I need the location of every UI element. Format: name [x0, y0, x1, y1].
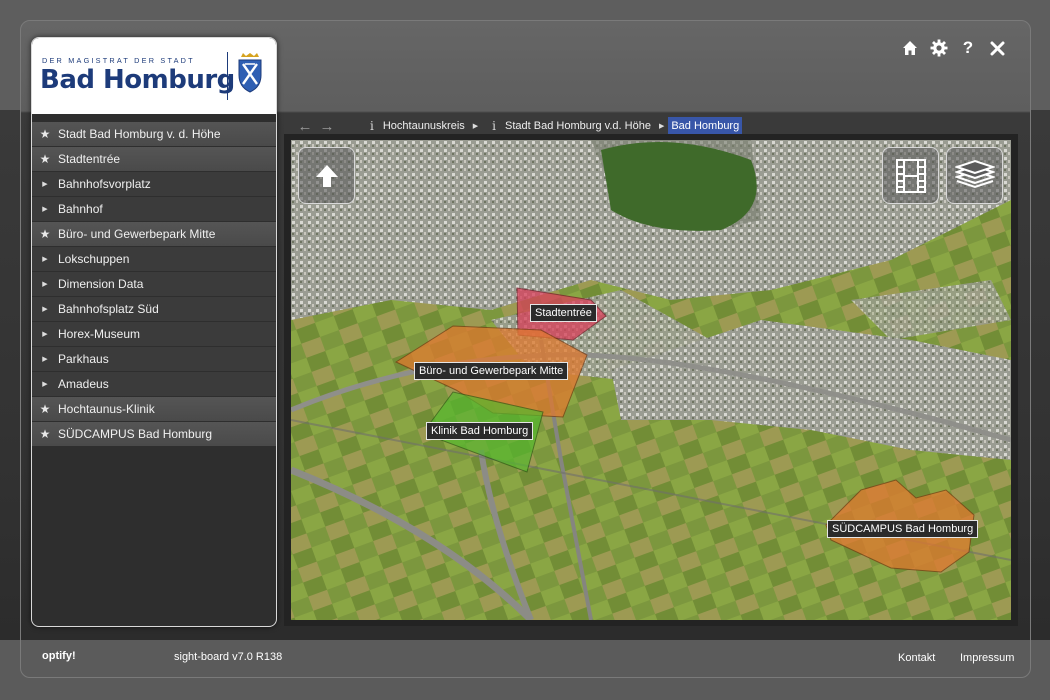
- sidebar-item-stadt-bad-homburg[interactable]: ★ Stadt Bad Homburg v. d. Höhe: [32, 122, 276, 146]
- aerial-map[interactable]: [291, 140, 1011, 620]
- breadcrumb-label: Stadt Bad Homburg v.d. Höhe: [505, 120, 651, 132]
- back-arrow-icon[interactable]: ←: [294, 118, 316, 135]
- breadcrumb-item-stadt[interactable]: i Stadt Bad Homburg v.d. Höhe ▶: [488, 117, 668, 135]
- logo-title: Bad Homburg: [40, 65, 235, 95]
- logo-divider: [227, 52, 228, 100]
- sidebar-item-parkhaus[interactable]: ▶ Parkhaus: [32, 347, 276, 371]
- aerial-map-image: [291, 140, 1011, 620]
- sidebar-item-label: Dimension Data: [58, 277, 144, 291]
- sidebar-item-label: Büro- und Gewerbepark Mitte: [58, 227, 216, 241]
- sidebar-item-bahnhofsvorplatz[interactable]: ▶ Bahnhofsvorplatz: [32, 172, 276, 196]
- breadcrumb-item-hochtaunuskreis[interactable]: i Hochtaunuskreis ▶: [366, 117, 482, 135]
- breadcrumb-item-bad-homburg[interactable]: Bad Homburg: [668, 117, 743, 135]
- breadcrumb-label: Hochtaunuskreis: [382, 120, 465, 132]
- sidebar-item-suedcampus[interactable]: ★ SÜDCAMPUS Bad Homburg: [32, 422, 276, 446]
- imprint-link[interactable]: Impressum: [960, 652, 1014, 664]
- contact-link[interactable]: Kontakt: [898, 652, 935, 664]
- sidebar-item-label: Stadt Bad Homburg v. d. Höhe: [58, 127, 221, 141]
- layers-icon: [954, 159, 995, 188]
- triangle-right-icon: ▶: [42, 256, 48, 263]
- sidebar-panel: DER MAGISTRAT DER STADT Bad Homburg ★ Sta…: [31, 37, 277, 627]
- city-logo[interactable]: DER MAGISTRAT DER STADT Bad Homburg: [32, 38, 276, 114]
- star-icon: ★: [39, 127, 51, 141]
- sidebar-item-dimension-data[interactable]: ▶ Dimension Data: [32, 272, 276, 296]
- logo-subtitle: DER MAGISTRAT DER STADT: [42, 56, 195, 65]
- triangle-right-icon: ▶: [42, 381, 48, 388]
- sidebar-item-label: Stadtentrée: [58, 152, 121, 166]
- version-text: sight-board v7.0 R138: [174, 651, 283, 663]
- footer: optify! sight-board v7.0 R138 Kontakt Im…: [0, 648, 1050, 672]
- sidebar-item-label: Parkhaus: [58, 352, 109, 366]
- star-icon: ★: [39, 402, 51, 416]
- triangle-right-icon: ▶: [42, 306, 48, 313]
- layers-button[interactable]: [946, 147, 1003, 204]
- film-icon: [895, 158, 926, 193]
- sidebar-item-lokschuppen[interactable]: ▶ Lokschuppen: [32, 247, 276, 271]
- forward-arrow-icon[interactable]: →: [316, 118, 338, 135]
- sidebar-item-buero-gewerbepark[interactable]: ★ Büro- und Gewerbepark Mitte: [32, 222, 276, 246]
- info-icon: i: [492, 119, 497, 133]
- sidebar-item-label: Horex-Museum: [58, 327, 141, 341]
- home-icon[interactable]: [900, 38, 920, 58]
- triangle-right-icon: ▶: [42, 356, 48, 363]
- sidebar-item-label: Bahnhofsplatz Süd: [58, 302, 159, 316]
- triangle-right-icon: ▶: [42, 281, 48, 288]
- sidebar-item-label: Hochtaunus-Klinik: [58, 402, 155, 416]
- triangle-right-icon: ▶: [658, 123, 665, 130]
- sidebar-item-label: Amadeus: [58, 377, 109, 391]
- triangle-right-icon: ▶: [42, 181, 48, 188]
- sidebar-item-bahnhofsplatz-sued[interactable]: ▶ Bahnhofsplatz Süd: [32, 297, 276, 321]
- star-icon: ★: [39, 427, 51, 441]
- triangle-right-icon: ▶: [472, 123, 479, 130]
- gear-icon[interactable]: [929, 38, 949, 58]
- header-toolbar: ?: [900, 38, 1007, 58]
- breadcrumb-label: Bad Homburg: [671, 120, 740, 132]
- navigate-up-button[interactable]: [298, 147, 355, 204]
- sidebar-item-label: Lokschuppen: [58, 252, 130, 266]
- city-crest-icon: [238, 53, 262, 93]
- video-button[interactable]: [882, 147, 939, 204]
- close-icon[interactable]: [987, 38, 1007, 58]
- sidebar-item-horex-museum[interactable]: ▶ Horex-Museum: [32, 322, 276, 346]
- star-icon: ★: [39, 227, 51, 241]
- triangle-right-icon: ▶: [42, 331, 48, 338]
- map-label-klinik[interactable]: Klinik Bad Homburg: [426, 422, 534, 440]
- sidebar-item-label: Bahnhof: [58, 202, 103, 216]
- breadcrumb: ← → i Hochtaunuskreis ▶ i Stadt Bad Homb…: [294, 116, 1014, 136]
- arrow-up-icon: [315, 164, 338, 187]
- sidebar-item-label: SÜDCAMPUS Bad Homburg: [58, 427, 213, 441]
- map-label-buero-gewerbepark[interactable]: Büro- und Gewerbepark Mitte: [414, 362, 569, 380]
- sidebar-item-hochtaunus-klinik[interactable]: ★ Hochtaunus-Klinik: [32, 397, 276, 421]
- brand-logo[interactable]: optify!: [42, 650, 76, 662]
- map-label-suedcampus[interactable]: SÜDCAMPUS Bad Homburg: [827, 520, 979, 538]
- sidebar-item-label: Bahnhofsvorplatz: [58, 177, 151, 191]
- sidebar-item-bahnhof[interactable]: ▶ Bahnhof: [32, 197, 276, 221]
- sidebar-item-stadtentree[interactable]: ★ Stadtentrée: [32, 147, 276, 171]
- info-icon: i: [370, 119, 374, 133]
- star-icon: ★: [39, 152, 51, 166]
- sidebar-item-amadeus[interactable]: ▶ Amadeus: [32, 372, 276, 396]
- sidebar-nav: ★ Stadt Bad Homburg v. d. Höhe ★ Stadtentr…: [32, 122, 276, 447]
- help-icon[interactable]: ?: [958, 38, 978, 58]
- triangle-right-icon: ▶: [42, 206, 48, 213]
- map-label-stadtentree[interactable]: Stadtentrée: [530, 304, 597, 322]
